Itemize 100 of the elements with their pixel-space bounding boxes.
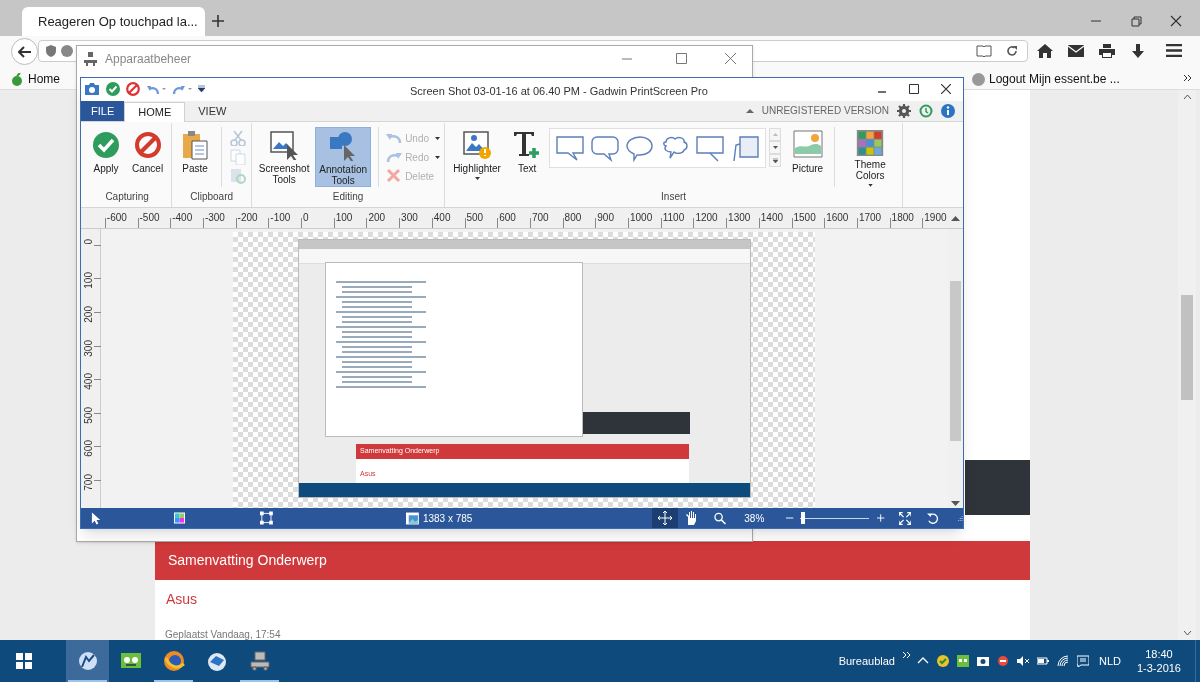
ruler-label: 1300	[728, 210, 751, 225]
zoom-slider[interactable]	[799, 512, 870, 524]
fox-globe-icon	[162, 650, 185, 672]
resize-grip-icon	[956, 514, 963, 522]
down-caret-icon	[772, 145, 778, 149]
ribbon-button[interactable]: Paste	[176, 126, 215, 187]
crop-frame-icon[interactable]	[260, 511, 274, 525]
card-subtitle[interactable]: Asus	[166, 589, 198, 610]
cancel-icon[interactable]	[126, 82, 140, 97]
ribbon-button[interactable]: Apply	[87, 126, 125, 187]
rotate-icon	[926, 511, 939, 525]
canvas-scrollbar-thumb[interactable]	[950, 280, 961, 441]
speech-bubble-icon[interactable]	[555, 133, 586, 162]
ribbon-button[interactable]: Theme Colors	[842, 126, 899, 187]
ribbon-button[interactable]: Highlighter	[449, 126, 506, 187]
rectangle-callout-icon[interactable]	[695, 133, 726, 162]
reader-view-icon[interactable]	[976, 45, 992, 57]
back-arrow-icon	[17, 45, 32, 58]
apple-icon	[10, 72, 24, 86]
ruler-label: 600	[499, 210, 516, 225]
card-title: Samenvatting Onderwerp	[168, 551, 327, 570]
ribbon-group-label: Insert	[661, 189, 687, 204]
chevron-icon[interactable]	[1183, 74, 1193, 82]
bookmark-link[interactable]: Logout Mijn essent.be ...	[972, 70, 1120, 88]
file-menu-tab[interactable]: FILE	[81, 100, 125, 121]
tree-item-line	[342, 345, 412, 348]
move-tool-button[interactable]	[652, 508, 679, 528]
redo-icon[interactable]	[172, 83, 192, 96]
ribbon-button[interactable]: Cancel	[128, 126, 168, 187]
tree-item-line	[342, 350, 412, 353]
collapse-ribbon-icon[interactable]	[745, 108, 754, 114]
ribbon-button[interactable]: Screenshot Tools	[256, 126, 313, 187]
battery-icon[interactable]	[1036, 655, 1049, 667]
zoom-icon[interactable]	[714, 511, 727, 525]
oval-bubble-icon[interactable]	[625, 133, 656, 162]
landscape-picture-icon	[792, 129, 823, 160]
ruler-label: 1800	[891, 210, 914, 225]
camera-icon[interactable]	[976, 655, 989, 667]
speaker-muted-icon[interactable]	[1016, 655, 1029, 667]
gear-icon[interactable]	[897, 103, 911, 118]
shield-check-icon[interactable]	[936, 655, 949, 667]
mail-icon[interactable]	[1068, 45, 1084, 57]
window-title: Screen Shot 03-01-16 at 06.40 PM - Gadwin PrintScreen Pro	[410, 84, 708, 99]
tree-item-line	[342, 360, 412, 363]
print-icon[interactable]	[1099, 44, 1115, 58]
reload-icon[interactable]	[1006, 45, 1018, 57]
desktop-toolbar-label[interactable]: Bureaublad	[838, 652, 895, 670]
close-icon[interactable]	[941, 84, 951, 95]
new-tab-icon[interactable]	[212, 15, 224, 27]
device-manager-icon	[248, 650, 271, 672]
ruler-label: 1600	[826, 210, 849, 225]
ribbon-button[interactable]: Text	[508, 126, 547, 187]
color-palette-icon[interactable]	[174, 512, 186, 524]
customize-caret-icon[interactable]	[198, 85, 205, 94]
rounded-bubble-icon[interactable]	[590, 133, 621, 162]
wifi-icon[interactable]	[1056, 655, 1069, 667]
delete-x-icon	[386, 168, 403, 185]
clock[interactable]: 18:40 1-3-2016	[1136, 647, 1181, 675]
language-indicator[interactable]: NLD	[1098, 652, 1121, 670]
ribbon-tab[interactable]: HOME	[124, 101, 186, 122]
check-icon[interactable]	[106, 82, 120, 97]
scroll-up-icon[interactable]	[950, 215, 960, 222]
globe-icon	[972, 72, 985, 86]
ribbon-group-label: Capturing	[105, 189, 149, 204]
close-icon[interactable]	[1170, 15, 1182, 27]
maximize-icon[interactable]	[909, 84, 919, 95]
zoom-in-icon[interactable]	[877, 514, 885, 522]
ruler-label: 1400	[760, 210, 784, 225]
ribbon-button[interactable]: Annotation Tools	[315, 126, 372, 187]
scroll-down-icon	[1182, 630, 1192, 636]
download-icon[interactable]	[1131, 44, 1145, 58]
tree-item-line	[342, 335, 412, 338]
bookmark-link[interactable]: Home	[10, 70, 60, 88]
scrollbar-thumb[interactable]	[1181, 295, 1193, 400]
undo-icon[interactable]	[146, 83, 166, 96]
ribbon-tab[interactable]: VIEW	[185, 100, 240, 121]
history-icon[interactable]	[919, 103, 933, 118]
tree-item-line	[342, 365, 412, 368]
browser-tab[interactable]: Reageren Op touchpad la...	[22, 7, 205, 36]
home-icon[interactable]	[1037, 44, 1053, 58]
ruler-label: -600	[106, 210, 127, 225]
restore-icon[interactable]	[1130, 15, 1142, 27]
menu-icon[interactable]	[1166, 44, 1182, 57]
taskbar-app[interactable]	[66, 640, 109, 682]
robot-face-icon[interactable]	[956, 655, 969, 667]
slider-thumb[interactable]	[801, 512, 806, 524]
fit-screen-icon[interactable]	[898, 511, 911, 525]
ruler-label: 300	[84, 339, 94, 357]
line-callout-icon[interactable]	[730, 133, 761, 162]
zoom-out-icon[interactable]	[786, 514, 794, 522]
ribbon-button[interactable]: Picture	[788, 126, 828, 187]
window-title: Apparaatbeheer	[105, 50, 192, 68]
pointer-icon[interactable]	[91, 511, 101, 525]
windows-logo-icon	[16, 653, 32, 669]
ruler-label: 600	[84, 440, 94, 458]
tree-item-line	[342, 315, 412, 318]
ruler-label: 0	[84, 238, 94, 245]
notification-icon[interactable]	[1076, 655, 1089, 667]
ruler-label: 400	[433, 210, 451, 225]
info-icon[interactable]	[941, 103, 955, 118]
